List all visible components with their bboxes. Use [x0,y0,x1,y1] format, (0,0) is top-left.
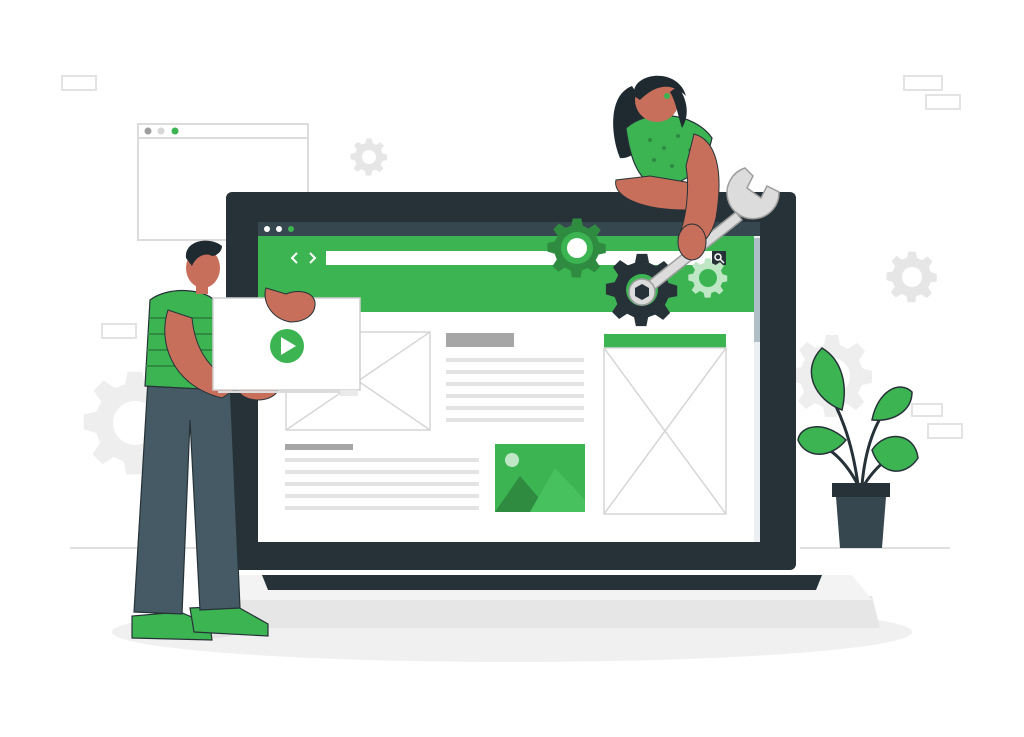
landscape-thumbnail [495,444,585,512]
play-icon[interactable] [270,329,304,363]
scrollbar-thumb[interactable] [754,238,760,342]
bg-tag-outline [911,403,943,417]
gear-icon [886,251,937,303]
bg-tag-outline [101,323,137,339]
dot-close[interactable] [264,226,270,232]
dot-maximize [171,127,179,135]
bg-tag-outline [925,94,961,110]
dot-minimize [157,127,165,135]
gear-icon [350,138,387,176]
bg-tag-outline [903,75,943,91]
heading-placeholder [446,333,514,347]
gear-icon [547,218,606,278]
address-bar[interactable] [326,251,726,265]
scene-svg [61,75,963,662]
dot-close [144,127,152,135]
bg-tag-outline [927,423,963,439]
gear-icon [688,258,728,298]
dot-minimize[interactable] [276,226,282,232]
sidebar-card-header [604,334,726,348]
illustration-stage [0,0,1024,737]
laptop-base [206,575,880,628]
bg-tag-outline [61,75,97,91]
subheading-placeholder [285,444,353,450]
dot-maximize[interactable] [288,226,294,232]
